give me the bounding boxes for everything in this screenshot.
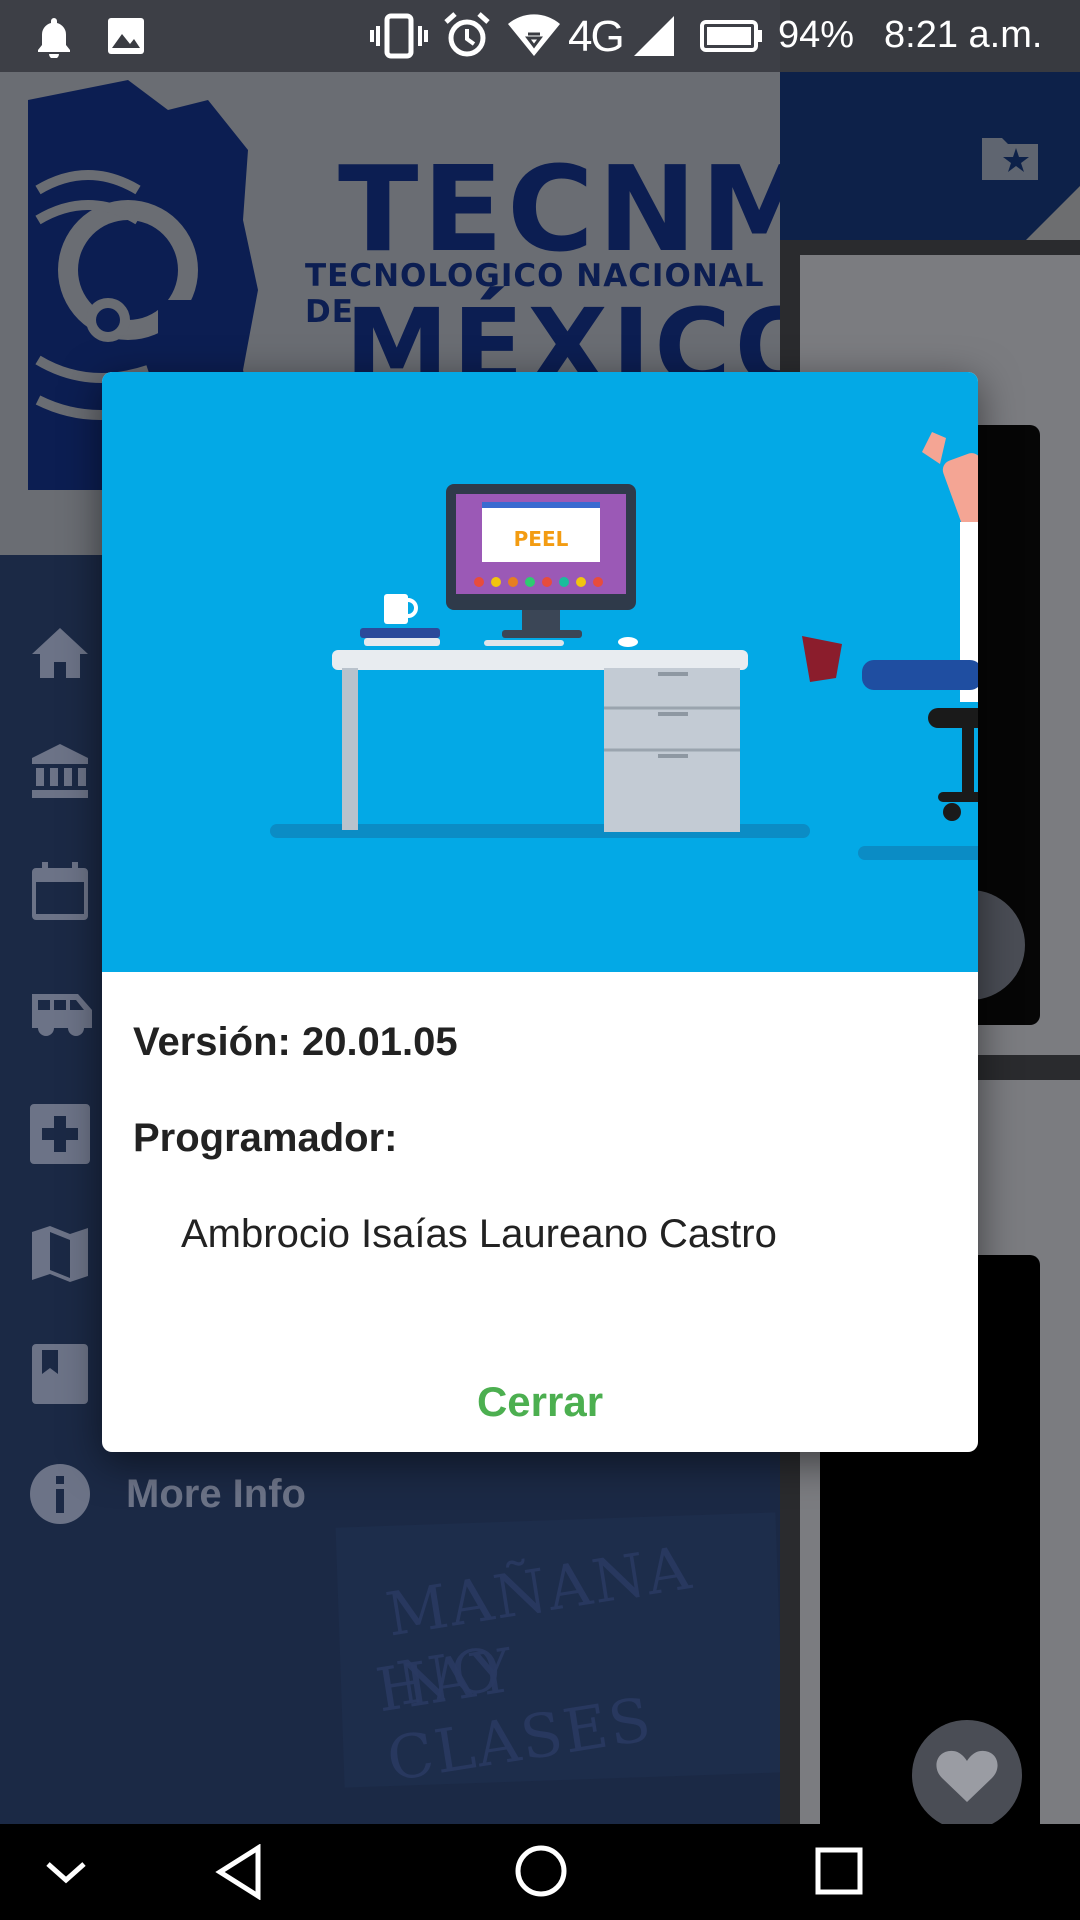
toolbar-corner-fold (1026, 186, 1080, 240)
alarm-icon (444, 12, 490, 57)
chevron-down-icon[interactable] (44, 1858, 88, 1886)
map-icon[interactable] (28, 1222, 92, 1286)
institution-icon[interactable] (28, 740, 92, 804)
back-icon[interactable] (214, 1844, 264, 1900)
heart-icon (936, 1750, 998, 1802)
close-button[interactable]: Cerrar (102, 1352, 978, 1452)
about-dialog: PEEL Versión: 20.01.05 Programador: Ambr… (102, 372, 978, 1452)
hero-screen-text: PEEL (514, 527, 569, 551)
vibrate-icon (370, 13, 428, 59)
status-bar: 4G 94% 8:21 a.m. (0, 0, 1080, 72)
drawer-item-more-info[interactable]: More Info (126, 1472, 306, 1517)
info-icon[interactable] (28, 1462, 92, 1526)
home-icon[interactable] (28, 622, 92, 686)
programmer-label: Programador: (133, 1116, 398, 1160)
office-desk-illustration: PEEL (270, 432, 978, 860)
clock: 8:21 a.m. (884, 14, 1043, 56)
logo-title: TECNM (338, 140, 780, 278)
battery-percent: 94% (778, 14, 855, 56)
bookmark-book-icon[interactable] (28, 1342, 92, 1406)
favorites-folder-icon[interactable] (978, 130, 1042, 184)
bus-icon[interactable] (28, 980, 98, 1044)
home-circle-icon[interactable] (514, 1844, 568, 1898)
version-text: Versión: 20.01.05 (133, 1020, 458, 1064)
favorite-button[interactable] (912, 1720, 1022, 1830)
dialog-illustration: PEEL (102, 372, 978, 972)
notification-bell-icon (38, 18, 70, 58)
medical-icon[interactable] (28, 1102, 92, 1166)
programmer-name: Ambrocio Isaías Laureano Castro (181, 1212, 777, 1256)
wifi-icon (508, 14, 560, 57)
signal-icon (634, 16, 674, 56)
calendar-icon[interactable] (28, 860, 92, 924)
system-navigation-bar (0, 1824, 1080, 1920)
image-notification-icon (108, 18, 144, 54)
battery-icon (700, 20, 762, 52)
network-type: 4G (568, 12, 625, 61)
recents-icon[interactable] (814, 1846, 864, 1896)
